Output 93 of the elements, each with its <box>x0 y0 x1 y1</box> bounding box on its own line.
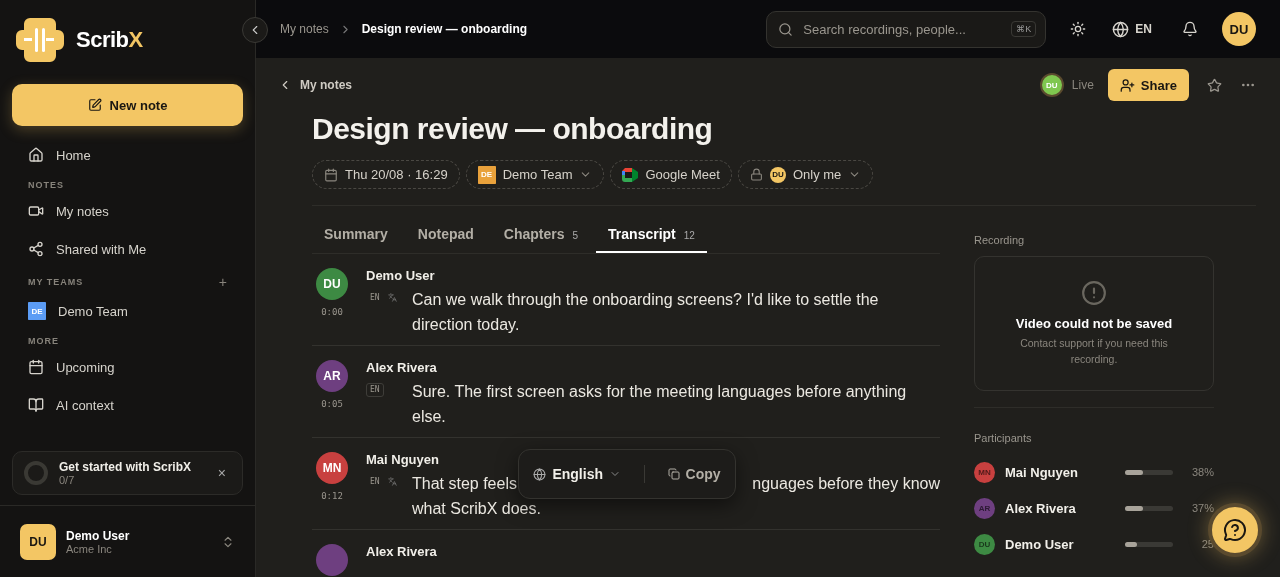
speaker-name: Alex Rivera <box>366 360 438 375</box>
sidebar-item[interactable]: DE Demo Team <box>12 292 243 330</box>
sidebar-item[interactable]: My notes <box>12 192 243 230</box>
translate-icon <box>387 477 397 486</box>
talk-time-bar <box>1125 505 1173 511</box>
error-message: Contact support if you need this recording. <box>1019 336 1169 367</box>
speaker-name: Demo User <box>366 268 436 283</box>
breadcrumb-link[interactable]: My notes <box>280 22 329 36</box>
talk-time-bar <box>1125 469 1173 475</box>
language-tag: EN <box>366 475 384 489</box>
error-title: Video could not be saved <box>1015 316 1173 331</box>
tab[interactable]: Summary <box>312 226 400 253</box>
section-heading: Participants <box>974 432 1033 444</box>
alert-icon <box>1081 280 1107 306</box>
timestamp: 0:05 <box>321 399 343 409</box>
calendar-icon <box>28 359 44 375</box>
onboarding-card[interactable]: Get started with ScribX 0/7 × <box>12 451 243 495</box>
note-title: Design review — onboarding <box>312 112 714 146</box>
section-heading: Recording <box>974 234 1026 246</box>
logo-icon <box>16 18 64 62</box>
speaker-name: Alex Rivera <box>366 544 438 559</box>
back-link[interactable]: My notes <box>278 78 352 92</box>
speaker-name: Mai Nguyen <box>366 452 440 467</box>
share-icon <box>28 241 44 257</box>
speaker-avatar: DU <box>316 268 348 300</box>
timestamp: 0:00 <box>321 307 343 317</box>
tab[interactable]: Chapters 5 <box>491 226 591 253</box>
edit-icon <box>87 98 102 112</box>
sidebar-item[interactable]: AI context <box>12 386 243 424</box>
team-badge: DE <box>28 302 46 320</box>
book-icon <box>28 397 44 413</box>
sidebar-item[interactable]: Upcoming <box>12 348 243 386</box>
shortcut-key: ⌘K <box>1011 20 1037 37</box>
section-label: MORE <box>28 336 59 346</box>
participant-name: Alex Rivera <box>1005 500 1077 516</box>
transcript-text: Sure. The first screen asks for the meeting languages before anything else. <box>412 382 908 427</box>
notifications-button[interactable] <box>1182 21 1198 37</box>
participant-avatar: DU <box>974 533 995 555</box>
live-label: Live <box>1071 78 1094 92</box>
copy-button[interactable]: Copy <box>661 465 727 483</box>
translate-icon <box>387 293 397 302</box>
user-org: Acme Inc <box>66 542 113 555</box>
sidebar-item[interactable]: Home <box>12 136 243 174</box>
team-badge: DE <box>477 165 496 184</box>
share-button[interactable]: Share <box>1107 69 1189 101</box>
section-label: MY TEAMS <box>28 277 84 287</box>
home-icon <box>28 147 44 163</box>
search-icon <box>778 21 794 37</box>
participant-avatar: MN <box>974 461 995 483</box>
participant-name: Demo User <box>1005 536 1075 552</box>
calendar-icon <box>324 167 338 182</box>
talk-share: 37% <box>1191 502 1214 514</box>
user-plus-icon <box>1119 77 1135 93</box>
video-call-icon <box>622 167 639 182</box>
speaker-avatar: AR <box>316 360 348 392</box>
user-avatar[interactable]: DU <box>1222 12 1256 46</box>
participant-avatar: AR <box>974 497 995 519</box>
lock-icon <box>749 168 763 181</box>
talk-time-bar <box>1125 541 1173 547</box>
breadcrumb-link[interactable]: Design review — onboarding <box>361 22 528 36</box>
user-avatar: DU <box>769 166 786 183</box>
transcript-text: That step feels <box>412 474 517 494</box>
sidebar-item[interactable]: Shared with Me <box>12 230 243 268</box>
tab[interactable]: Notepad <box>405 226 486 253</box>
language-select[interactable]: English <box>527 465 627 483</box>
user-name: Demo User <box>66 528 130 543</box>
language-tag: EN <box>366 383 384 397</box>
star-icon[interactable] <box>1207 77 1222 93</box>
user-avatar: DU <box>20 523 56 560</box>
participant-name: Mai Nguyen <box>1005 464 1079 480</box>
close-button[interactable]: × <box>211 464 232 482</box>
theme-toggle-button[interactable] <box>1070 21 1087 37</box>
transcript-text: nguages before they know <box>752 474 940 494</box>
copy-icon <box>667 468 680 480</box>
add-team-button[interactable]: + <box>218 274 227 290</box>
talk-share: 38% <box>1191 466 1214 478</box>
globe-icon <box>533 467 547 481</box>
language-button[interactable]: EN <box>1112 20 1152 38</box>
onboarding-title: Get started with ScribX <box>59 460 192 474</box>
help-icon <box>1223 518 1247 542</box>
language-tag: EN <box>366 291 384 305</box>
onboarding-progress: 0/7 <box>59 474 76 486</box>
video-camera-icon <box>28 203 44 219</box>
speaker-avatar: MN <box>316 452 348 484</box>
brand-name: ScribX <box>76 27 143 53</box>
tab[interactable]: Transcript 12 <box>596 226 707 253</box>
progress-ring <box>23 460 49 486</box>
transcript-text: Can we walk through the onboarding screens? I'd like to settle the direction today. <box>412 290 880 335</box>
timestamp: 0:12 <box>321 491 343 501</box>
section-label: NOTES <box>28 180 64 190</box>
new-note-button[interactable]: New note <box>12 84 243 126</box>
live-avatar: DU <box>1039 73 1064 97</box>
transcript-text: what ScribX does. <box>412 500 541 517</box>
